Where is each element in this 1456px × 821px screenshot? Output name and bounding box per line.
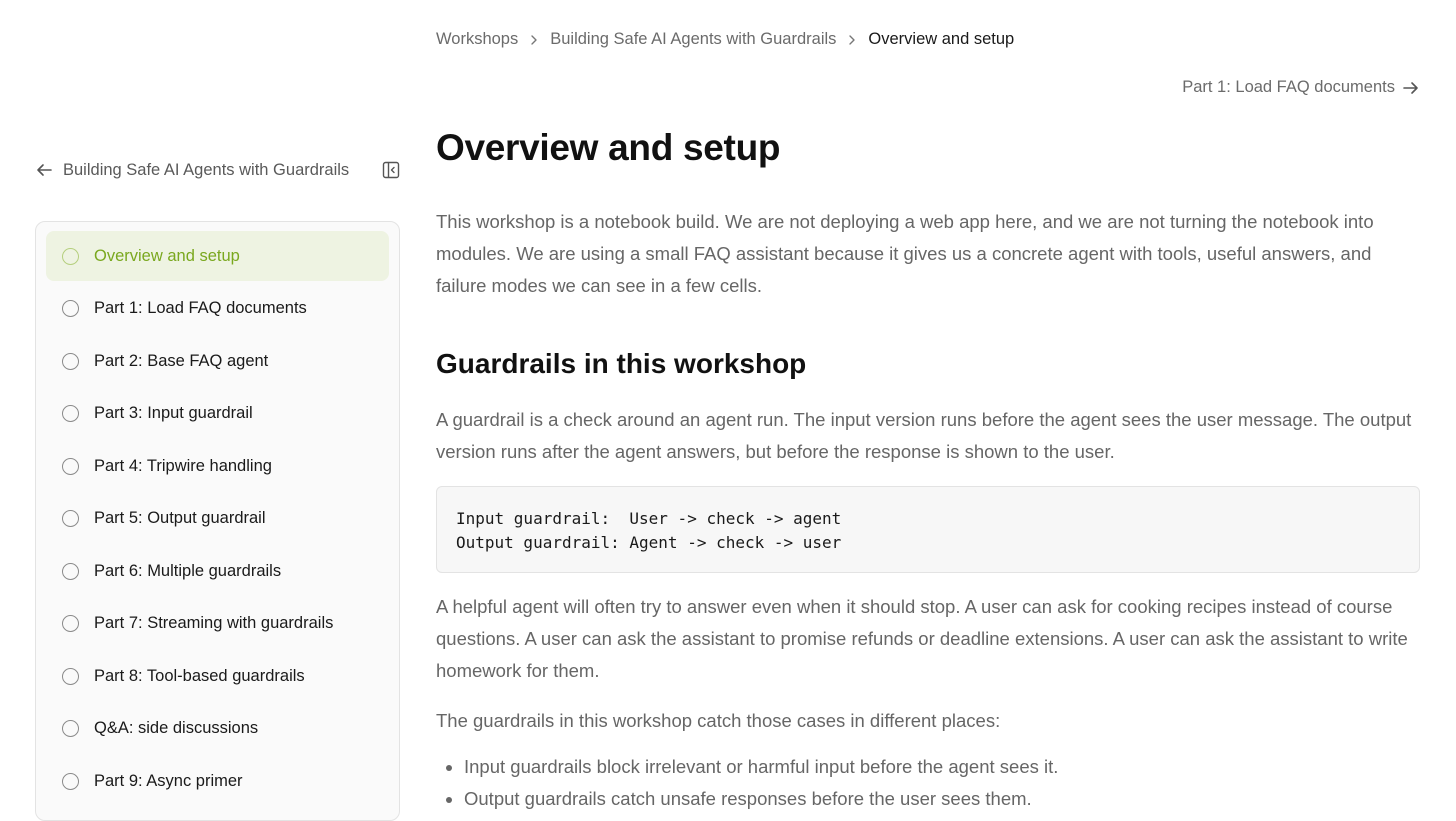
status-circle-icon: [62, 247, 79, 265]
sidebar-item-part-3[interactable]: Part 3: Input guardrail: [46, 389, 389, 439]
sidebar-collapse-icon[interactable]: [382, 161, 400, 179]
sidebar-item-part-5[interactable]: Part 5: Output guardrail: [46, 494, 389, 544]
intro-paragraph: This workshop is a notebook build. We ar…: [436, 211, 1374, 296]
list-item: Output guardrails catch unsafe responses…: [464, 783, 1420, 815]
status-circle-icon: [62, 510, 79, 527]
next-page-label: Part 1: Load FAQ documents: [1182, 78, 1395, 96]
main-content: Overview and setup This workshop is a no…: [436, 124, 1420, 815]
sidebar-item-label: Part 9: Async primer: [94, 771, 243, 790]
sidebar-item-label: Part 4: Tripwire handling: [94, 456, 272, 475]
sidebar-item-label: Part 7: Streaming with guardrails: [94, 614, 334, 632]
section-heading: Guardrails in this workshop: [436, 348, 807, 379]
sidebar-item-overview[interactable]: Overview and setup: [46, 231, 389, 281]
catch-paragraph: The guardrails in this workshop catch th…: [436, 710, 1001, 731]
sidebar-header: Building Safe AI Agents with Guardrails: [36, 158, 400, 182]
status-circle-icon: [62, 562, 79, 580]
sidebar-item-label: Part 8: Tool-based guardrails: [94, 666, 305, 685]
sidebar-item-label: Overview and setup: [94, 246, 240, 265]
sidebar-item-part-9[interactable]: Part 9: Async primer: [46, 756, 389, 806]
chevron-right-icon: [530, 35, 538, 45]
status-circle-icon: [62, 772, 79, 790]
sidebar-item-label: Part 3: Input guardrail: [94, 404, 253, 422]
status-circle-icon: [62, 720, 79, 737]
sidebar-item-label: Part 6: Multiple guardrails: [94, 561, 282, 580]
status-circle-icon: [62, 300, 79, 317]
code-block: Input guardrail: User -> check -> agent …: [436, 486, 1420, 573]
sidebar-item-label: Part 2: Base FAQ agent: [94, 351, 269, 370]
sidebar-item-label: Part 5: Output guardrail: [94, 509, 266, 527]
sidebar-item-part-7[interactable]: Part 7: Streaming with guardrails: [46, 599, 389, 649]
sidebar-workshop-title[interactable]: Building Safe AI Agents with Guardrails: [63, 161, 372, 180]
sidebar-nav: Overview and setup Part 1: Load FAQ docu…: [35, 221, 400, 821]
status-circle-icon: [62, 457, 79, 475]
status-circle-icon: [62, 405, 79, 422]
breadcrumb: Workshops Building Safe AI Agents with G…: [436, 28, 1014, 50]
sidebar-item-part-6[interactable]: Part 6: Multiple guardrails: [46, 546, 389, 596]
page-title: Overview and setup: [436, 127, 781, 168]
breadcrumb-current: Overview and setup: [868, 29, 1015, 48]
guardrail-paragraph: A guardrail is a check around an agent r…: [436, 409, 1412, 462]
sidebar-item-qa[interactable]: Q&A: side discussions: [46, 704, 389, 754]
chevron-right-icon: [848, 35, 856, 45]
guardrail-list: Input guardrails block irrelevant or har…: [436, 751, 1420, 815]
sidebar-item-label: Q&A: side discussions: [94, 719, 259, 737]
sidebar-item-part-8[interactable]: Part 8: Tool-based guardrails: [46, 651, 389, 701]
status-circle-icon: [62, 615, 79, 632]
sidebar-item-part-2[interactable]: Part 2: Base FAQ agent: [46, 336, 389, 386]
arrow-right-icon: [1403, 81, 1419, 95]
breadcrumb-workshops[interactable]: Workshops: [436, 30, 518, 49]
breadcrumb-workshop[interactable]: Building Safe AI Agents with Guardrails: [550, 30, 836, 49]
status-circle-icon: [62, 667, 79, 685]
sidebar-item-label: Part 1: Load FAQ documents: [94, 299, 307, 317]
next-page-link[interactable]: Part 1: Load FAQ documents: [1182, 78, 1419, 97]
list-item: Input guardrails block irrelevant or har…: [464, 751, 1420, 783]
arrow-left-icon[interactable]: [36, 163, 54, 177]
sidebar-item-part-1[interactable]: Part 1: Load FAQ documents: [46, 284, 389, 334]
sidebar-item-part-4[interactable]: Part 4: Tripwire handling: [46, 441, 389, 491]
status-circle-icon: [62, 352, 79, 370]
helpful-agent-paragraph: A helpful agent will often try to answer…: [436, 596, 1408, 681]
